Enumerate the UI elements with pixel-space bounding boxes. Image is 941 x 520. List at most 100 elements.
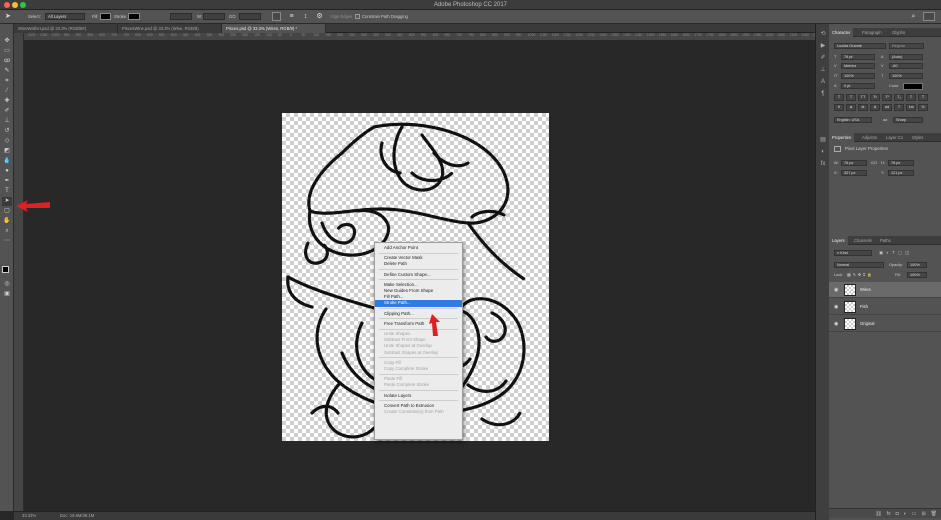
hand-tool-icon[interactable]: ✋: [2, 217, 12, 226]
link-dimensions-icon[interactable]: GO: [229, 13, 236, 20]
fill-field[interactable]: 100%: [907, 272, 927, 278]
menu-item-isolate-layers[interactable]: Isolate Layers: [375, 393, 462, 399]
folder-icon[interactable]: ▭: [912, 509, 917, 518]
font-style-dropdown[interactable]: Regular: [889, 43, 924, 49]
quick-mask-icon[interactable]: ◎: [2, 280, 12, 289]
eyedropper-tool-icon[interactable]: ⁄: [2, 87, 12, 96]
adjustment-icon[interactable]: ◐: [904, 509, 907, 518]
font-size-field[interactable]: 76 pt: [841, 54, 875, 60]
actions-panel-icon[interactable]: ▶: [819, 42, 827, 50]
menu-item-delete-path[interactable]: Delete Path: [375, 261, 462, 267]
language-dropdown[interactable]: English: USA: [834, 117, 872, 123]
tab-winewallart[interactable]: WineWallArt.psd @ 33.3% (RGB/8#): [14, 24, 118, 33]
search-icon[interactable]: ⌕: [909, 12, 918, 21]
vertical-scale-field[interactable]: 100%: [841, 73, 875, 79]
tracking-field[interactable]: -60: [889, 63, 923, 69]
layer-row-original[interactable]: ◉ Original: [829, 316, 941, 332]
h-field[interactable]: 76 px: [888, 160, 914, 166]
font-family-dropdown[interactable]: Lucida Grande: [834, 43, 886, 49]
adjustments-panel-icon[interactable]: ◐: [819, 148, 827, 156]
layer-row-wires[interactable]: ◉ Wires: [829, 282, 941, 298]
height-field[interactable]: [239, 13, 261, 20]
menu-item-add-anchor-point[interactable]: Add Anchor Point: [375, 245, 462, 251]
opentype-button[interactable]: ad: [882, 104, 892, 111]
stroke-width-field[interactable]: [170, 13, 192, 20]
image-filter-icon[interactable]: ▣: [879, 250, 883, 256]
layer-row-fish[interactable]: ◉ Fish: [829, 299, 941, 315]
path-selection-tool-icon[interactable]: ➤: [2, 197, 12, 206]
blur-tool-icon[interactable]: 💧: [2, 157, 12, 166]
clone-source-panel-icon[interactable]: ⊥: [819, 66, 827, 74]
text-style-button[interactable]: TT: [858, 94, 868, 101]
constrain-checkbox[interactable]: [355, 14, 360, 19]
path-selection-tool-icon[interactable]: ➤: [5, 12, 15, 21]
marquee-tool-icon[interactable]: ▭: [2, 47, 12, 56]
adjustment-filter-icon[interactable]: ◐: [886, 250, 889, 256]
antialias-dropdown[interactable]: Sharp: [893, 117, 923, 123]
dodge-tool-icon[interactable]: ●: [2, 167, 12, 176]
quick-selection-tool-icon[interactable]: ✎: [2, 67, 12, 76]
link-dimensions-icon[interactable]: GO: [871, 160, 877, 166]
shape-tool-icon[interactable]: ▢: [2, 207, 12, 216]
trash-icon[interactable]: 🗑: [931, 509, 937, 518]
type-filter-icon[interactable]: T: [892, 250, 895, 256]
text-color-swatch[interactable]: [903, 83, 923, 90]
fx-icon[interactable]: fx: [887, 509, 891, 518]
path-arrangement-icon[interactable]: ↕: [301, 12, 310, 21]
mask-icon[interactable]: ◘: [896, 509, 899, 518]
eye-icon[interactable]: ◉: [834, 304, 838, 310]
blend-mode-dropdown[interactable]: Normal: [834, 262, 884, 268]
text-style-button[interactable]: T: [906, 94, 916, 101]
styles-panel-icon[interactable]: fx: [819, 160, 827, 168]
baseline-shift-field[interactable]: 0 pt: [841, 83, 875, 89]
path-operations-icon[interactable]: [272, 12, 281, 21]
paragraph-panel-icon[interactable]: ¶: [819, 90, 827, 98]
tab-pisces[interactable]: Pisces.psd @ 33.3% (Wires, RGB/8) *: [222, 24, 326, 33]
opentype-button[interactable]: T: [894, 104, 904, 111]
select-layers-dropdown[interactable]: All Layers: [45, 13, 85, 20]
menu-item-clipping-path[interactable]: Clipping Path...: [375, 311, 462, 317]
width-field[interactable]: [203, 13, 225, 20]
horizontal-scale-field[interactable]: 100%: [889, 73, 923, 79]
opentype-button[interactable]: ½: [918, 104, 928, 111]
gear-icon[interactable]: ⚙: [315, 12, 324, 21]
opentype-button[interactable]: st: [858, 104, 868, 111]
history-panel-icon[interactable]: ⟲: [819, 30, 827, 38]
text-style-button[interactable]: T¹: [882, 94, 892, 101]
workspace-switcher-icon[interactable]: [923, 12, 935, 21]
text-style-button[interactable]: Tr: [870, 94, 880, 101]
tab-styles[interactable]: Styles: [909, 133, 926, 142]
text-style-button[interactable]: T: [846, 94, 856, 101]
w-field[interactable]: 76 px: [841, 160, 867, 166]
clone-stamp-tool-icon[interactable]: ⊥: [2, 117, 12, 126]
menu-item-free-transform-path[interactable]: Free Transform Path: [375, 321, 462, 327]
zoom-tool-icon[interactable]: ⌕: [2, 227, 12, 236]
y-field[interactable]: 121 px: [888, 170, 914, 176]
history-brush-tool-icon[interactable]: ↺: [2, 127, 12, 136]
character-panel-icon[interactable]: A: [819, 78, 827, 86]
pen-tool-icon[interactable]: ✒: [2, 177, 12, 186]
eye-icon[interactable]: ◉: [834, 321, 838, 327]
tab-pisceswine[interactable]: PiscesWine.psd @ 33.3% (Wine, RGB/8): [118, 24, 222, 33]
tab-adjustments[interactable]: Adjustm: [859, 133, 880, 142]
tab-paths[interactable]: Paths: [877, 236, 894, 245]
eraser-tool-icon[interactable]: ◇: [2, 137, 12, 146]
lasso-tool-icon[interactable]: ꝏ: [2, 57, 12, 66]
text-style-button[interactable]: T₁: [894, 94, 904, 101]
tab-paragraph[interactable]: Paragraph: [859, 28, 885, 37]
x-field[interactable]: 327 px: [841, 170, 867, 176]
path-alignment-icon[interactable]: ≡: [287, 12, 296, 21]
lock-icons[interactable]: ▦✎✥⌗🔒: [847, 272, 874, 278]
opacity-field[interactable]: 100%: [907, 262, 927, 268]
tab-channels[interactable]: Channels: [851, 236, 875, 245]
opentype-button[interactable]: 1st: [906, 104, 916, 111]
type-tool-icon[interactable]: T: [2, 187, 12, 196]
brush-tool-icon[interactable]: ✐: [2, 107, 12, 116]
link-icon[interactable]: ⛓: [875, 509, 881, 518]
properties-panel-icon[interactable]: ▤: [819, 136, 827, 144]
more-tools-icon[interactable]: ⋯: [2, 237, 12, 246]
zoom-level[interactable]: 33.33%: [22, 512, 36, 520]
kerning-field[interactable]: Metrics: [841, 63, 875, 69]
eye-icon[interactable]: ◉: [834, 287, 838, 293]
tab-glyphs[interactable]: Glyphs: [889, 28, 908, 37]
